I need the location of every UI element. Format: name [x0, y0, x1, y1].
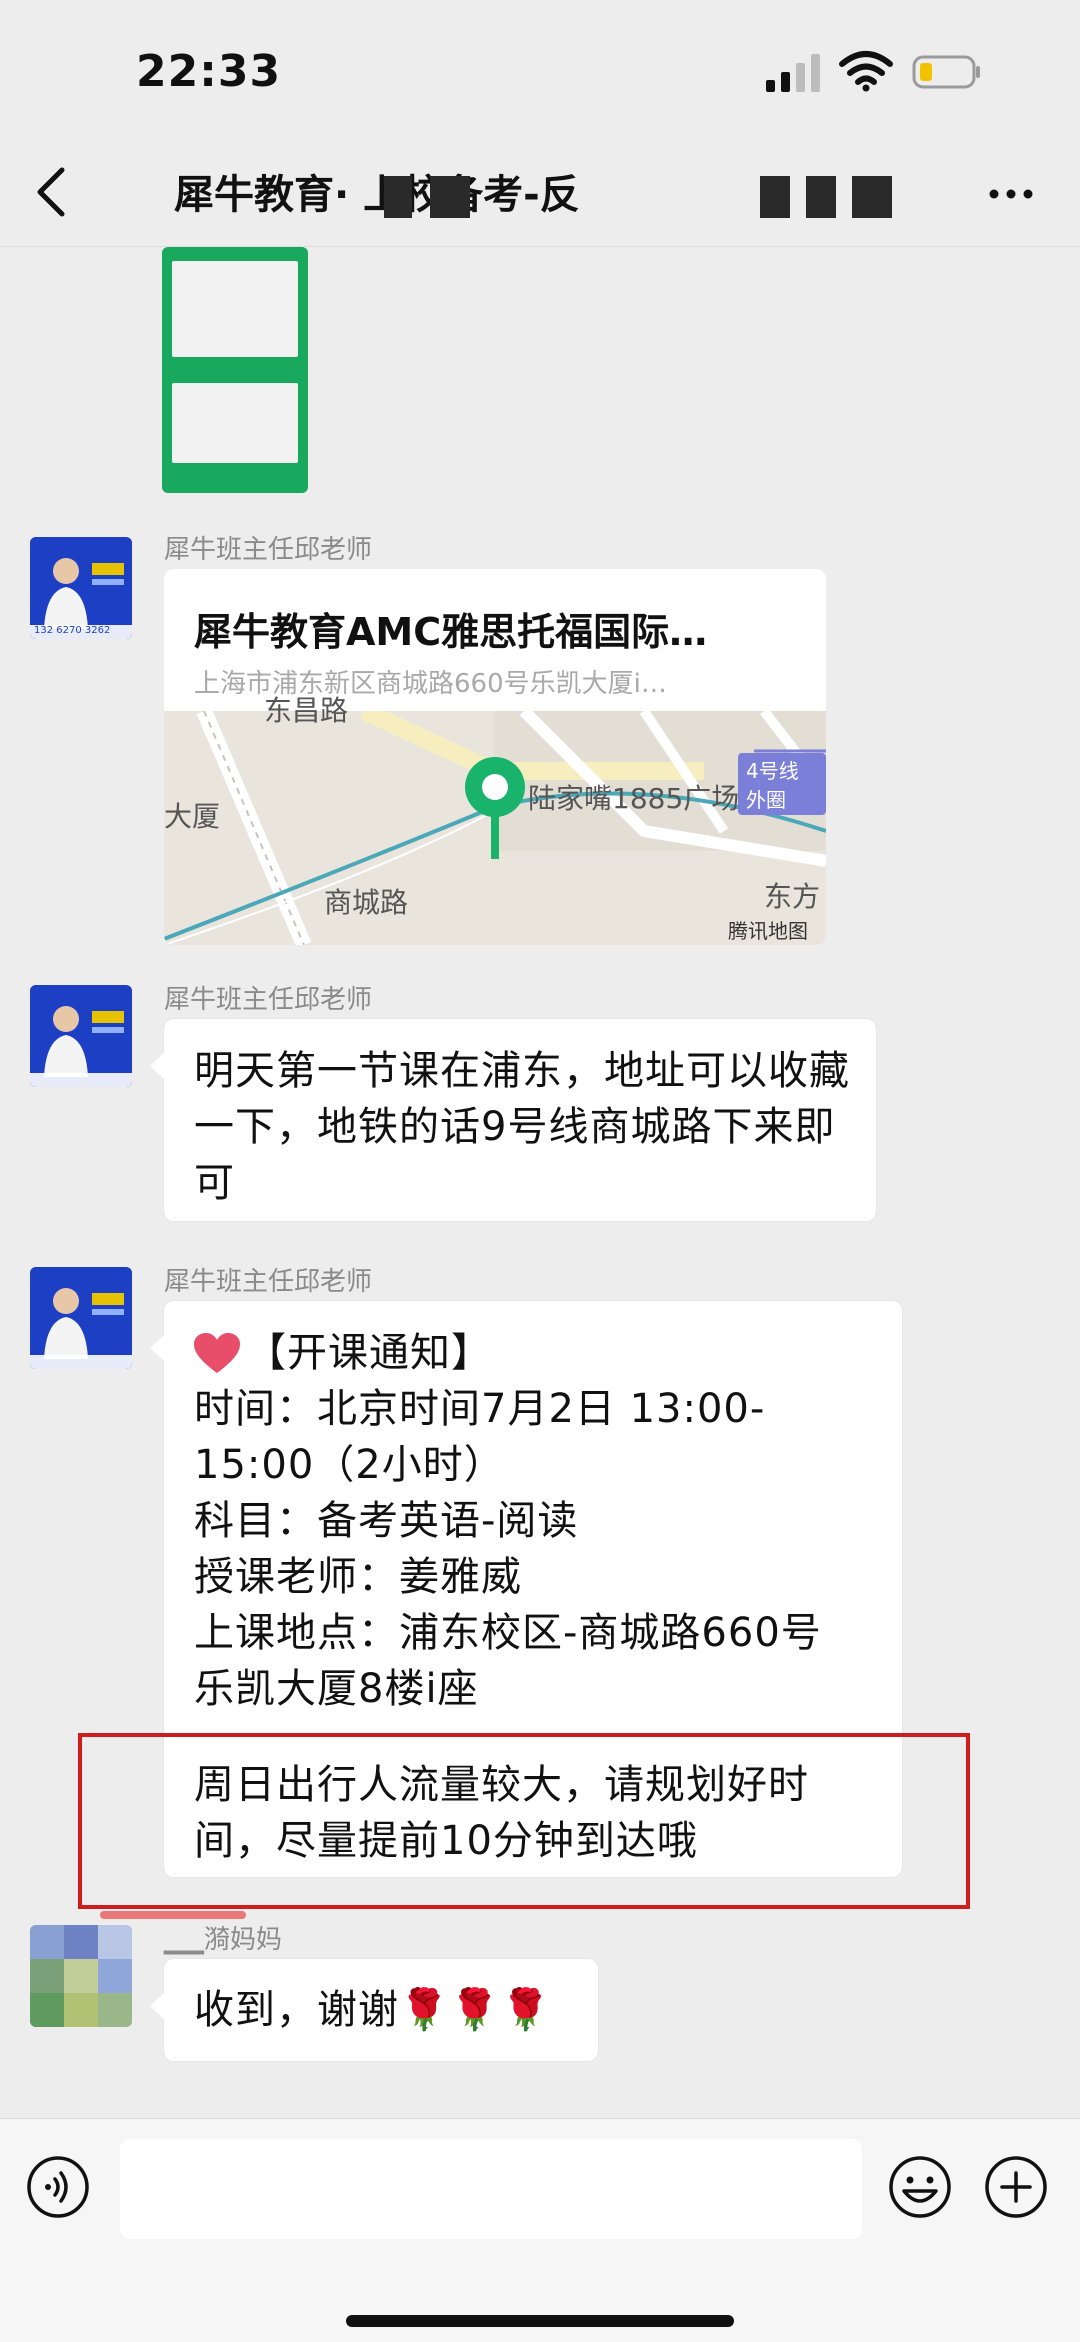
map-label: 东昌路 [264, 694, 349, 727]
avatar[interactable]: 132 6270 3262 [30, 537, 132, 639]
notice-line: 科目：备考英语-阅读 [194, 1498, 579, 1544]
message-text: 收到，谢谢🌹🌹🌹 [194, 1987, 552, 2033]
back-arrow-icon[interactable] [32, 164, 72, 220]
map-preview[interactable]: 东昌路 大厦 陆家嘴1885广场 商城路 东方 4号线外圈 腾讯地图 [164, 694, 826, 945]
redaction-mark [384, 176, 412, 218]
sender-name: 犀牛班主任邱老师 [164, 1267, 373, 1297]
notice-line: 时间：北京时间7月2日 13:00- [194, 1386, 766, 1432]
map-label: 4号线外圈 [738, 753, 826, 815]
highlight-annotation-box [78, 1733, 970, 1909]
sender-name: ▁▁漪妈妈 [164, 1925, 282, 1955]
avatar[interactable] [30, 1925, 132, 2027]
location-title: 犀牛教育AMC雅思托福国际… [194, 610, 708, 654]
avatar[interactable] [30, 985, 132, 1087]
cellular-signal-icon [766, 54, 820, 92]
notice-line: 15:00（2小时） [194, 1442, 505, 1488]
highlight-annotation-stroke [100, 1911, 246, 1919]
notice-heading: 【开课通知】 [246, 1330, 492, 1376]
message-input[interactable] [120, 2139, 862, 2239]
message-bubble[interactable]: 收到，谢谢🌹🌹🌹 [150, 1959, 598, 2061]
map-label: 腾讯地图 [728, 919, 808, 943]
teacher-portrait-icon [30, 1267, 132, 1369]
location-card[interactable]: 犀牛教育AMC雅思托福国际… 上海市浦东新区商城路660号乐凯大厦i… 东昌路 … [164, 569, 826, 945]
status-time: 22:33 [136, 46, 282, 97]
wifi-icon [839, 51, 893, 92]
home-indicator [346, 2315, 734, 2327]
map-label: 商城路 [324, 886, 409, 919]
image-message-thumbnail[interactable] [162, 247, 308, 493]
redaction-mark [806, 176, 836, 218]
notice-line: 授课老师：姜雅威 [194, 1554, 522, 1600]
message-bubble[interactable]: 明天第一节课在浦东，地址可以收藏一下，地铁的话9号线商城路下来即可 [150, 1019, 876, 1221]
sender-name: 犀牛班主任邱老师 [164, 535, 373, 565]
teacher-portrait-icon [30, 537, 132, 639]
map-label: 陆家嘴1885广场 [528, 782, 740, 815]
emoji-icon[interactable] [888, 2155, 952, 2219]
battery-icon [912, 55, 980, 89]
teacher-portrait-icon [30, 985, 132, 1087]
sender-name: 犀牛班主任邱老师 [164, 985, 373, 1015]
chat-message-list[interactable]: 132 6270 3262 犀牛班主任邱老师 犀牛教育AMC雅思托福国际… 上海… [0, 247, 1080, 2117]
more-options-icon[interactable] [986, 174, 1036, 214]
heart-icon [194, 1333, 240, 1373]
message-text: 明天第一节课在浦东，地址可以收藏一下，地铁的话9号线商城路下来即可 [194, 1048, 850, 1206]
redaction-mark [430, 176, 470, 218]
redaction-mark [760, 176, 790, 218]
map-label: 东方 [764, 880, 821, 913]
redaction-mark [852, 176, 892, 218]
voice-input-icon[interactable] [26, 2155, 90, 2219]
notice-line: 乐凯大厦8楼i座 [194, 1666, 479, 1712]
chat-header: 犀牛教育· 上校备考-反 [0, 140, 1080, 247]
input-toolbar [0, 2118, 1080, 2342]
plus-icon[interactable] [984, 2155, 1048, 2219]
status-bar: 22:33 [0, 0, 1080, 140]
pixelated-avatar-icon [30, 1925, 132, 2027]
avatar[interactable] [30, 1267, 132, 1369]
notice-line: 上课地点：浦东校区-商城路660号 [194, 1610, 822, 1656]
avatar-phone: 132 6270 3262 [34, 625, 111, 636]
map-label: 大厦 [164, 800, 221, 833]
map-pin-icon [465, 757, 525, 859]
